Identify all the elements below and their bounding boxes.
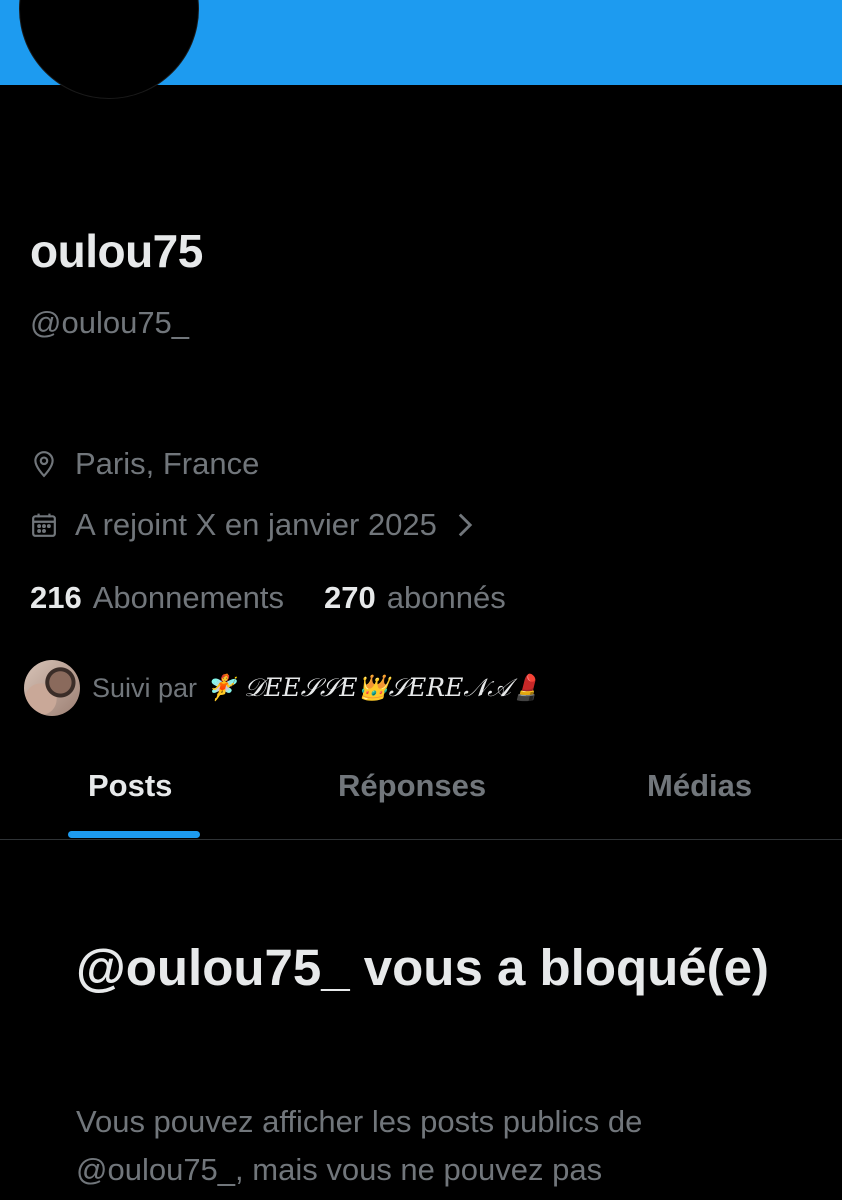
followed-by[interactable]: Suivi par 🧚 𝒟𝐸𝐸𝒮𝒮𝐸👑𝒮𝐸𝑅𝐸𝒩𝒜💄 — [24, 660, 542, 716]
profile-join-date[interactable]: A rejoint X en janvier 2025 — [30, 507, 473, 543]
following-label: Abonnements — [92, 580, 285, 615]
profile-display-name: oulou75 — [30, 225, 203, 277]
profile-tabs: Posts Réponses Médias — [0, 740, 842, 840]
followers-count: 270 — [324, 580, 376, 615]
active-tab-indicator — [68, 831, 200, 838]
tab-media[interactable]: Médias — [647, 768, 752, 804]
followed-by-name: 🧚 𝒟𝐸𝐸𝒮𝒮𝐸👑𝒮𝐸𝑅𝐸𝒩𝒜💄 — [205, 673, 543, 702]
following-link[interactable]: 216 Abonnements — [30, 580, 284, 616]
follow-stats: 216 Abonnements 270 abonnés — [30, 580, 506, 616]
location-pin-icon — [30, 450, 58, 478]
location-text: Paris, France — [75, 446, 260, 481]
blocked-title: @oulou75_ vous a bloqué(e) — [76, 939, 769, 996]
tab-posts[interactable]: Posts — [88, 768, 172, 804]
chevron-right-icon[interactable] — [457, 512, 473, 538]
profile-location: Paris, France — [30, 446, 259, 482]
followers-link[interactable]: 270 abonnés — [324, 580, 506, 616]
followed-by-prefix: Suivi par — [92, 672, 198, 703]
profile-handle: @oulou75_ — [30, 305, 190, 340]
join-date-text: A rejoint X en janvier 2025 — [75, 507, 437, 542]
calendar-icon — [30, 511, 58, 539]
blocked-message: Vous pouvez afficher les posts publics d… — [76, 1104, 643, 1187]
following-count: 216 — [30, 580, 82, 615]
tab-replies[interactable]: Réponses — [338, 768, 486, 804]
followers-label: abonnés — [386, 580, 506, 615]
follower-avatar — [24, 660, 80, 716]
